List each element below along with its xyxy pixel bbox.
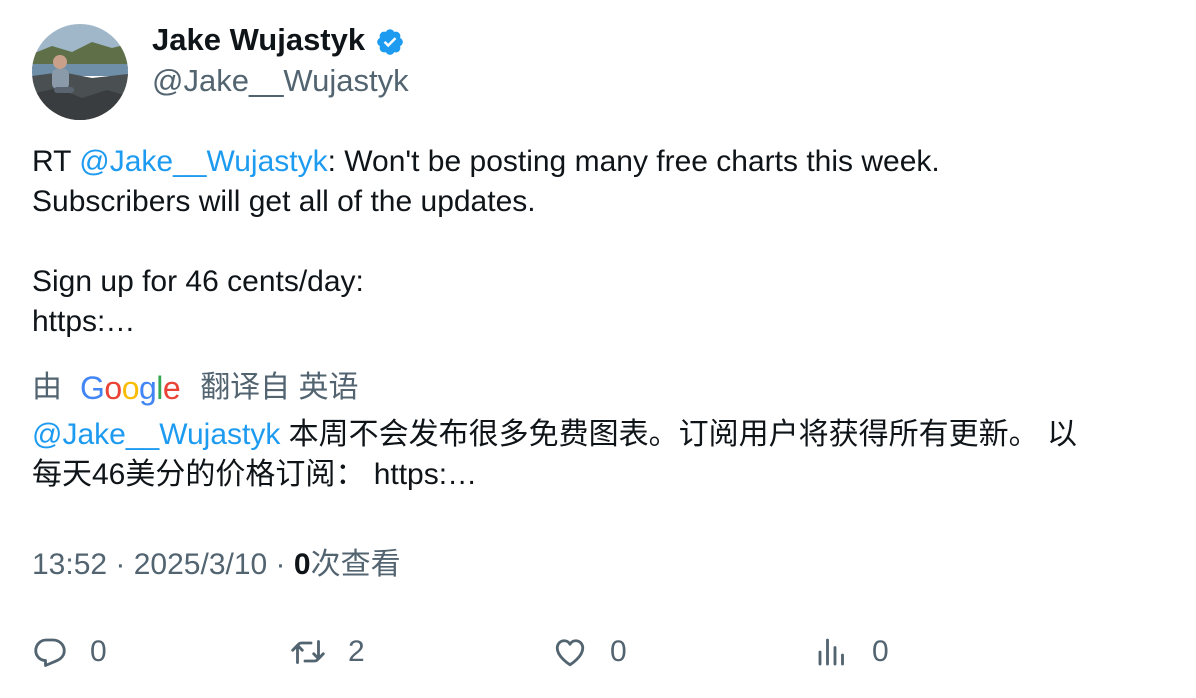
verified-badge-icon <box>377 28 403 55</box>
translated-by: 由 Google 翻译自 英语 <box>32 368 359 408</box>
translated-line-1-rest: 本周不会发布很多免费图表。订阅用户将获得所有更新。 以 <box>280 418 1078 451</box>
tweet-date[interactable]: 2025/3/10 <box>134 548 267 581</box>
like-count: 0 <box>610 635 627 668</box>
retweet-count: 2 <box>348 635 365 668</box>
views-count: 0 <box>293 548 311 581</box>
analytics-icon <box>818 638 844 666</box>
reply-button[interactable]: 0 <box>32 630 107 674</box>
meta-separator-2: · <box>267 548 294 581</box>
author-name-text: Jake Wujastyk <box>152 22 366 57</box>
tweet-text: RT @Jake__Wujastyk: Won't be posting man… <box>32 142 1162 342</box>
google-logo[interactable]: Google <box>80 368 181 408</box>
translated-from-label: 翻译自 英语 <box>200 371 359 404</box>
translated-text: @Jake__Wujastyk 本周不会发布很多免费图表。订阅用户将获得所有更新… <box>32 415 1172 495</box>
meta-separator: · <box>107 548 134 581</box>
author-display-name[interactable]: Jake Wujastyk <box>152 22 405 58</box>
translated-mention-link[interactable]: @Jake__Wujastyk <box>32 418 280 451</box>
tweet-link[interactable]: https:… <box>32 302 1162 342</box>
translated-line-2: 每天46美分的价格订阅： https:… <box>32 458 478 491</box>
translated-line-1: @Jake__Wujastyk 本周不会发布很多免费图表。订阅用户将获得所有更新… <box>32 415 1172 455</box>
tweet-line-2: Subscribers will get all of the updates. <box>32 185 536 218</box>
views-label: 次查看 <box>310 548 401 581</box>
action-bar: 0 2 0 0 <box>32 630 1162 674</box>
tweet-meta: 13:52 · 2025/3/10 · 0次查看 <box>32 545 401 585</box>
tweet-line-3: Sign up for 46 cents/day: <box>32 265 364 298</box>
views-button[interactable]: 0 <box>814 630 889 674</box>
reply-icon <box>34 638 66 667</box>
views-action-count: 0 <box>872 635 889 668</box>
reply-count: 0 <box>90 635 107 668</box>
like-button[interactable]: 0 <box>552 630 627 674</box>
mention-link[interactable]: @Jake__Wujastyk <box>79 145 327 178</box>
heart-icon <box>555 639 585 667</box>
avatar-photo <box>32 24 128 120</box>
avatar[interactable] <box>32 24 128 120</box>
retweet-icon <box>291 640 325 664</box>
retweet-button[interactable]: 2 <box>290 630 365 674</box>
tweet-line-1: RT @Jake__Wujastyk: Won't be posting man… <box>32 142 1162 182</box>
tweet-line-1-rest: : Won't be posting many free charts this… <box>327 145 940 178</box>
translated-by-label: 由 <box>32 371 62 404</box>
tweet-time[interactable]: 13:52 <box>32 548 107 581</box>
author-handle[interactable]: @Jake__Wujastyk <box>152 63 409 99</box>
rt-prefix: RT <box>32 145 80 178</box>
